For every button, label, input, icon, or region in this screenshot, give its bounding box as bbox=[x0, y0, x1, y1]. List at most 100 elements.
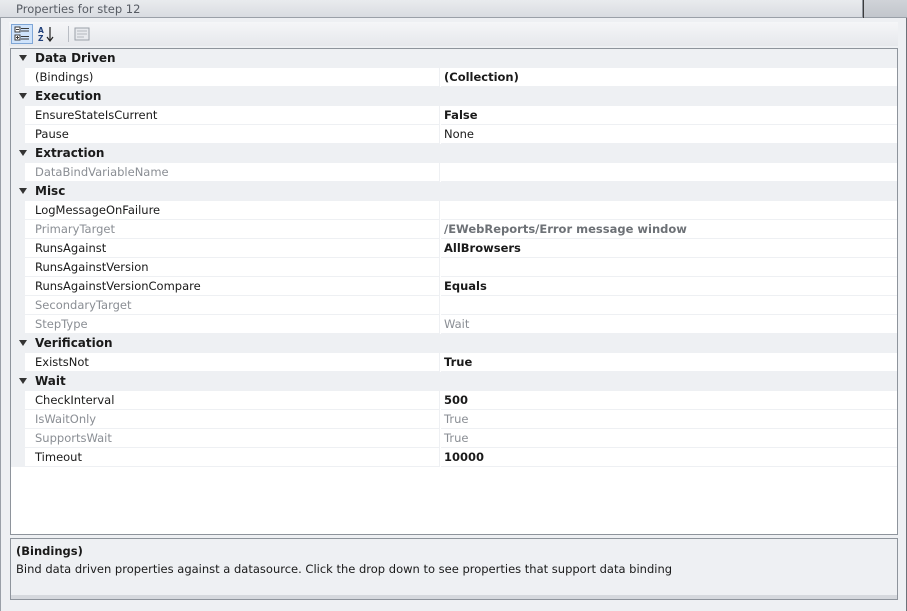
row-gutter bbox=[11, 353, 25, 372]
property-value[interactable]: 500 bbox=[441, 391, 897, 410]
property-value[interactable]: True bbox=[441, 353, 897, 372]
row-gutter bbox=[11, 277, 25, 296]
property-row[interactable]: ExistsNot True bbox=[11, 353, 897, 372]
row-gutter bbox=[11, 68, 25, 87]
property-name[interactable]: EnsureStateIsCurrent bbox=[25, 106, 440, 125]
property-value bbox=[441, 163, 897, 182]
category-label: Extraction bbox=[35, 146, 105, 160]
svg-text:Z: Z bbox=[38, 34, 44, 43]
collapse-triangle-icon[interactable] bbox=[19, 55, 27, 61]
property-name[interactable]: StepType bbox=[25, 315, 440, 334]
row-gutter bbox=[11, 296, 25, 315]
row-gutter bbox=[11, 163, 25, 182]
property-row[interactable]: Pause None bbox=[11, 125, 897, 144]
property-pages-button[interactable] bbox=[71, 24, 93, 44]
property-row[interactable]: LogMessageOnFailure bbox=[11, 201, 897, 220]
row-gutter bbox=[11, 201, 25, 220]
property-row[interactable]: SecondaryTarget bbox=[11, 296, 897, 315]
row-gutter bbox=[11, 429, 25, 448]
row-gutter bbox=[11, 125, 25, 144]
property-value[interactable]: 10000 bbox=[441, 448, 897, 467]
property-row[interactable]: PrimaryTarget/EWebReports/Error message … bbox=[11, 220, 897, 239]
property-name[interactable]: PrimaryTarget bbox=[25, 220, 440, 239]
category-label: Verification bbox=[35, 336, 113, 350]
category-label: Execution bbox=[35, 89, 102, 103]
property-value: True bbox=[441, 429, 897, 448]
row-gutter bbox=[11, 239, 25, 258]
property-name[interactable]: (Bindings) bbox=[25, 68, 440, 87]
property-grid-toolbar: A Z bbox=[9, 22, 898, 46]
property-name[interactable]: LogMessageOnFailure bbox=[25, 201, 440, 220]
category-row[interactable]: Wait bbox=[11, 372, 897, 391]
collapse-triangle-icon[interactable] bbox=[19, 378, 27, 384]
category-row[interactable]: Misc bbox=[11, 182, 897, 201]
property-name[interactable]: DataBindVariableName bbox=[25, 163, 440, 182]
alphabetical-button[interactable]: A Z bbox=[35, 24, 57, 44]
property-row[interactable]: SupportsWait True bbox=[11, 429, 897, 448]
window-title: Properties for step 12 bbox=[16, 2, 141, 16]
category-row[interactable]: Extraction bbox=[11, 144, 897, 163]
property-value[interactable]: Equals bbox=[441, 277, 897, 296]
property-name[interactable]: IsWaitOnly bbox=[25, 410, 440, 429]
collapse-triangle-icon[interactable] bbox=[19, 340, 27, 346]
property-value: True bbox=[441, 410, 897, 429]
property-value[interactable] bbox=[441, 258, 897, 277]
row-gutter bbox=[11, 106, 25, 125]
properties-window: Properties for step 12 A Z Data Driven (… bbox=[0, 0, 907, 611]
row-gutter bbox=[11, 258, 25, 277]
property-row[interactable]: IsWaitOnly True bbox=[11, 410, 897, 429]
alphabetical-sort-icon: A Z bbox=[38, 26, 54, 43]
categorized-view-icon bbox=[14, 26, 29, 41]
category-row[interactable]: Data Driven bbox=[11, 49, 897, 68]
row-gutter bbox=[11, 391, 25, 410]
category-label: Wait bbox=[35, 374, 66, 388]
title-bar-extension bbox=[864, 0, 907, 18]
category-label: Misc bbox=[35, 184, 66, 198]
property-name[interactable]: CheckInterval bbox=[25, 391, 440, 410]
property-row[interactable]: CheckInterval 500 bbox=[11, 391, 897, 410]
collapse-triangle-icon[interactable] bbox=[19, 93, 27, 99]
categorized-button[interactable] bbox=[11, 24, 33, 44]
description-resize-bar[interactable] bbox=[11, 595, 897, 599]
property-value[interactable] bbox=[441, 201, 897, 220]
toolbar-separator bbox=[68, 26, 69, 42]
description-pane: (Bindings) Bind data driven properties a… bbox=[10, 538, 898, 600]
title-bar[interactable]: Properties for step 12 bbox=[0, 0, 863, 18]
property-value[interactable]: AllBrowsers bbox=[441, 239, 897, 258]
property-name[interactable]: RunsAgainstVersion bbox=[25, 258, 440, 277]
property-name[interactable]: Timeout bbox=[25, 448, 440, 467]
property-value: Wait bbox=[441, 315, 897, 334]
property-value[interactable]: (Collection) bbox=[441, 68, 897, 87]
row-gutter bbox=[11, 410, 25, 429]
property-name[interactable]: RunsAgainst bbox=[25, 239, 440, 258]
collapse-triangle-icon[interactable] bbox=[19, 150, 27, 156]
property-row[interactable]: EnsureStateIsCurrent False bbox=[11, 106, 897, 125]
category-row[interactable]: Verification bbox=[11, 334, 897, 353]
property-value bbox=[441, 296, 897, 315]
category-row[interactable]: Execution bbox=[11, 87, 897, 106]
property-pages-icon bbox=[74, 27, 90, 41]
property-row[interactable]: DataBindVariableName bbox=[11, 163, 897, 182]
property-value: /EWebReports/Error message window bbox=[441, 220, 897, 239]
description-text: Bind data driven properties against a da… bbox=[16, 562, 673, 576]
collapse-triangle-icon[interactable] bbox=[19, 188, 27, 194]
property-grid: Data Driven (Bindings) (Collection) Executi… bbox=[10, 48, 898, 535]
property-name[interactable]: SecondaryTarget bbox=[25, 296, 440, 315]
property-name[interactable]: SupportsWait bbox=[25, 429, 440, 448]
property-value[interactable]: False bbox=[441, 106, 897, 125]
category-label: Data Driven bbox=[35, 51, 116, 65]
row-gutter bbox=[11, 315, 25, 334]
description-title: (Bindings) bbox=[16, 544, 83, 558]
property-name[interactable]: ExistsNot bbox=[25, 353, 440, 372]
property-row[interactable]: RunsAgainstVersion bbox=[11, 258, 897, 277]
row-gutter bbox=[11, 448, 25, 467]
property-name[interactable]: Pause bbox=[25, 125, 440, 144]
property-row[interactable]: (Bindings) (Collection) bbox=[11, 68, 897, 87]
property-row[interactable]: Timeout 10000 bbox=[11, 448, 897, 467]
property-name[interactable]: RunsAgainstVersionCompare bbox=[25, 277, 440, 296]
property-row[interactable]: RunsAgainst AllBrowsers bbox=[11, 239, 897, 258]
property-value[interactable]: None bbox=[441, 125, 897, 144]
property-row[interactable]: RunsAgainstVersionCompare Equals bbox=[11, 277, 897, 296]
property-row[interactable]: StepType Wait bbox=[11, 315, 897, 334]
row-gutter bbox=[11, 220, 25, 239]
